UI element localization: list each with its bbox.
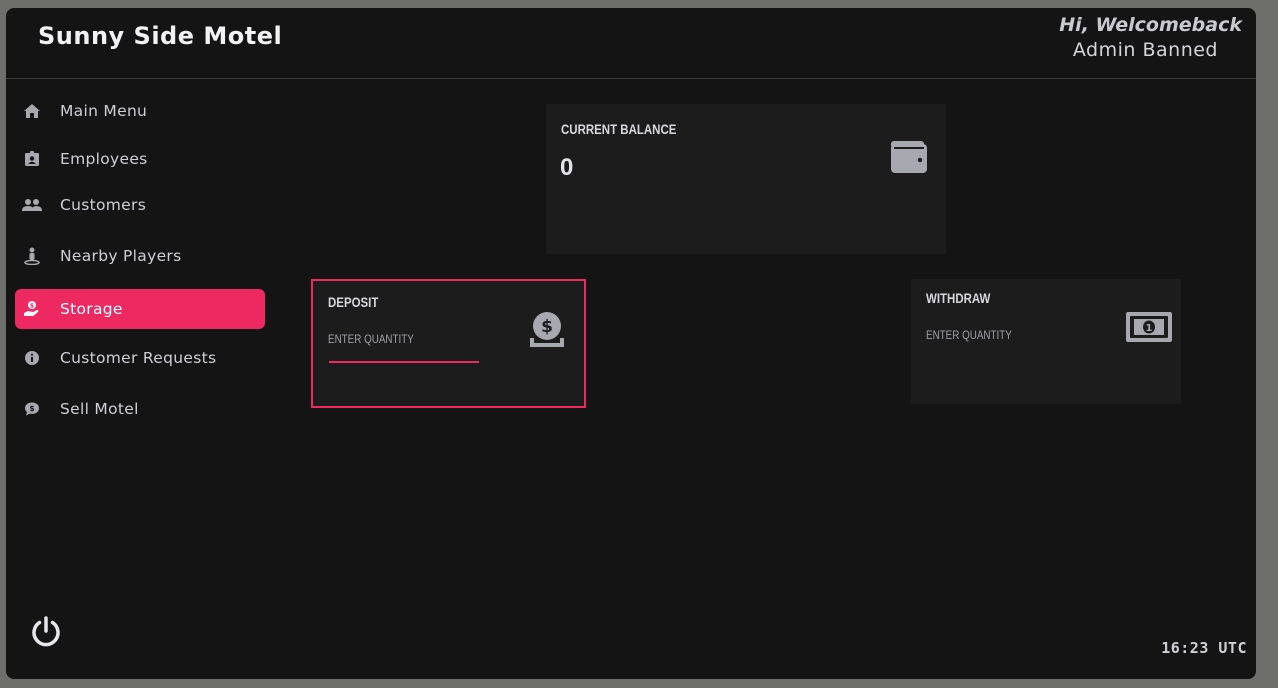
wallet-icon xyxy=(891,141,927,177)
app-title: Sunny Side Motel xyxy=(38,22,283,50)
sidebar-item-storage[interactable]: $ Storage xyxy=(15,289,265,329)
deposit-title: DEPOSIT xyxy=(328,295,379,310)
username: Admin Banned xyxy=(1072,39,1218,61)
sidebar-item-customer-requests[interactable]: Customer Requests xyxy=(15,338,265,378)
header: Sunny Side Motel Hi, Welcomeback Admin B… xyxy=(6,8,1256,79)
sidebar-item-label: Main Menu xyxy=(60,102,148,120)
sidebar-item-label: Employees xyxy=(60,150,148,168)
balance-value: 0 xyxy=(560,154,574,181)
id-badge-icon xyxy=(22,149,42,169)
withdraw-title: WITHDRAW xyxy=(926,291,991,306)
sidebar-item-label: Nearby Players xyxy=(60,247,182,265)
sidebar-item-sell-motel[interactable]: $ Sell Motel xyxy=(15,389,265,429)
comment-dollar-icon: $ xyxy=(22,399,42,419)
sidebar-item-employees[interactable]: Employees xyxy=(15,139,265,179)
hand-holding-dollar-icon: $ xyxy=(22,299,42,319)
home-icon xyxy=(22,101,42,121)
svg-text:$: $ xyxy=(30,303,34,310)
sidebar-item-label: Sell Motel xyxy=(60,400,139,418)
coin-dollar-icon[interactable]: $ xyxy=(528,311,566,353)
sidebar-item-nearby-players[interactable]: Nearby Players xyxy=(15,236,265,276)
info-icon xyxy=(22,348,42,368)
svg-text:$: $ xyxy=(29,404,34,413)
power-icon xyxy=(29,615,63,653)
deposit-quantity-input[interactable] xyxy=(328,329,476,349)
deposit-card: DEPOSIT $ xyxy=(311,279,586,408)
balance-title: CURRENT BALANCE xyxy=(561,122,677,137)
money-bill-icon[interactable]: 1 xyxy=(1126,312,1172,346)
users-icon xyxy=(22,195,42,215)
sidebar-item-customers[interactable]: Customers xyxy=(15,185,265,225)
power-button[interactable] xyxy=(28,616,64,652)
clock: 16:23 UTC xyxy=(1161,639,1247,657)
withdraw-card: WITHDRAW 1 xyxy=(911,279,1181,404)
sidebar-item-label: Storage xyxy=(60,300,123,318)
withdraw-quantity-input[interactable] xyxy=(926,325,1074,345)
sidebar-item-main-menu[interactable]: Main Menu xyxy=(15,91,265,131)
current-balance-card: CURRENT BALANCE 0 xyxy=(546,104,946,254)
svg-text:1: 1 xyxy=(1146,323,1153,334)
welcome-text: Hi, Welcomeback xyxy=(1059,14,1242,36)
app-window: Sunny Side Motel Hi, Welcomeback Admin B… xyxy=(6,8,1256,679)
deposit-input-underline xyxy=(329,361,479,363)
sidebar-item-label: Customer Requests xyxy=(60,349,217,367)
svg-text:$: $ xyxy=(541,317,553,337)
sidebar-item-label: Customers xyxy=(60,196,147,214)
person-icon xyxy=(22,246,42,266)
